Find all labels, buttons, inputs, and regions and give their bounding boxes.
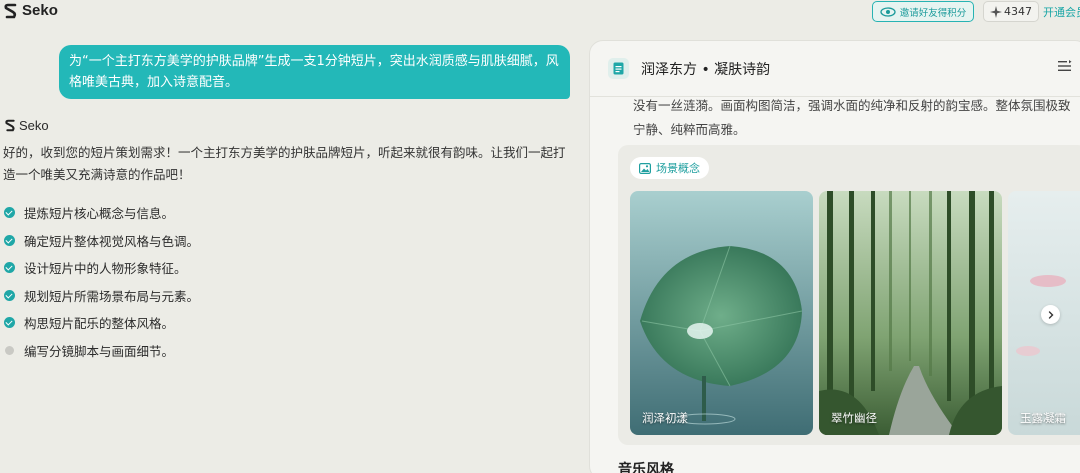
eye-icon [880, 6, 896, 17]
invite-label: 邀请好友得积分 [899, 7, 967, 19]
bot-header: Seko [5, 118, 49, 133]
check-circle-icon [4, 289, 15, 301]
credits-badge[interactable]: 4347 [983, 1, 1039, 22]
scene-concept-tag: 场景概念 [630, 157, 709, 179]
invite-friends-button[interactable]: 邀请好友得积分 [872, 1, 974, 22]
app-name: Seko [22, 2, 58, 19]
music-style-heading: 音乐风格 [618, 462, 674, 473]
bot-reply-text: 好的，收到您的短片策划需求！一个主打东方美学的护肤品牌短片，听起来就很有韵味。让… [3, 145, 566, 182]
task-step-label: 构思短片配乐的整体风格。 [24, 316, 175, 332]
scene-label: 润泽初漾 [642, 411, 688, 425]
top-bar: Seko 邀请好友得积分 4347 开通会员 [0, 0, 1080, 26]
check-circle-icon [4, 234, 15, 246]
task-step: 提炼短片核心概念与信息。 [4, 199, 199, 227]
seko-logo-icon [4, 3, 17, 18]
scene-label: 翠竹幽径 [831, 411, 877, 425]
scene-tag-label: 场景概念 [656, 162, 700, 175]
bamboo-path-image [819, 191, 1002, 435]
task-step: 规划短片所需场景布局与元素。 [4, 282, 199, 310]
task-step-label: 提炼短片核心概念与信息。 [24, 206, 175, 222]
document-panel: 润泽东方 • 凝肤诗韵 没有一丝涟漪。画面构图简洁，强调水面的纯净和反射的韵宝感… [589, 40, 1080, 473]
task-step-label: 确定短片整体视觉风格与色调。 [24, 233, 200, 249]
scene-thumbnail[interactable]: 润泽初漾 [630, 191, 813, 435]
app-logo[interactable]: Seko [4, 2, 58, 19]
task-step-pending: 编写分镜脚本与画面细节。 [4, 337, 199, 365]
panel-title: 润泽东方 • 凝肤诗韵 [641, 62, 771, 78]
panel-header: 润泽东方 • 凝肤诗韵 [590, 41, 1080, 97]
open-vip-link[interactable]: 开通会员 [1043, 4, 1080, 20]
task-step: 设计短片中的人物形象特征。 [4, 254, 199, 282]
scene-description-text: 没有一丝涟漪。画面构图简洁，强调水面的纯净和反射的韵宝感。整体氛围极致宁静、纯粹… [633, 98, 1071, 137]
seko-logo-icon [5, 119, 15, 132]
sparkle-icon [990, 5, 1002, 18]
outline-list-icon[interactable] [1058, 60, 1072, 72]
lotus-leaf-image [630, 191, 813, 435]
scene-label: 玉露凝霜 [1020, 411, 1066, 425]
task-step-label: 设计短片中的人物形象特征。 [24, 261, 187, 277]
task-step-label: 编写分镜脚本与画面细节。 [24, 343, 175, 359]
next-scene-button[interactable] [1041, 305, 1060, 324]
task-step: 构思短片配乐的整体风格。 [4, 309, 199, 337]
credits-count: 4347 [1004, 5, 1032, 18]
document-icon [608, 58, 629, 79]
task-steps-list: 提炼短片核心概念与信息。 确定短片整体视觉风格与色调。 设计短片中的人物形象特征… [4, 199, 199, 364]
task-step-label: 规划短片所需场景布局与元素。 [24, 288, 200, 304]
scene-thumbnail[interactable]: 翠竹幽径 [819, 191, 1002, 435]
check-circle-icon [4, 262, 15, 274]
check-circle-icon [4, 317, 15, 329]
pending-dot-icon [5, 345, 14, 355]
image-icon [639, 162, 651, 174]
check-circle-icon [4, 207, 15, 219]
scene-concept-card: 场景概念 润泽初漾 翠竹幽径 玉露凝霜 [618, 145, 1080, 445]
chevron-right-icon [1048, 310, 1053, 319]
bot-name: Seko [19, 118, 49, 133]
task-step: 确定短片整体视觉风格与色调。 [4, 227, 199, 255]
user-message-bubble: 为“一个主打东方美学的护肤品牌”生成一支1分钟短片，突出水润质感与肌肤细腻，风格… [59, 45, 570, 99]
